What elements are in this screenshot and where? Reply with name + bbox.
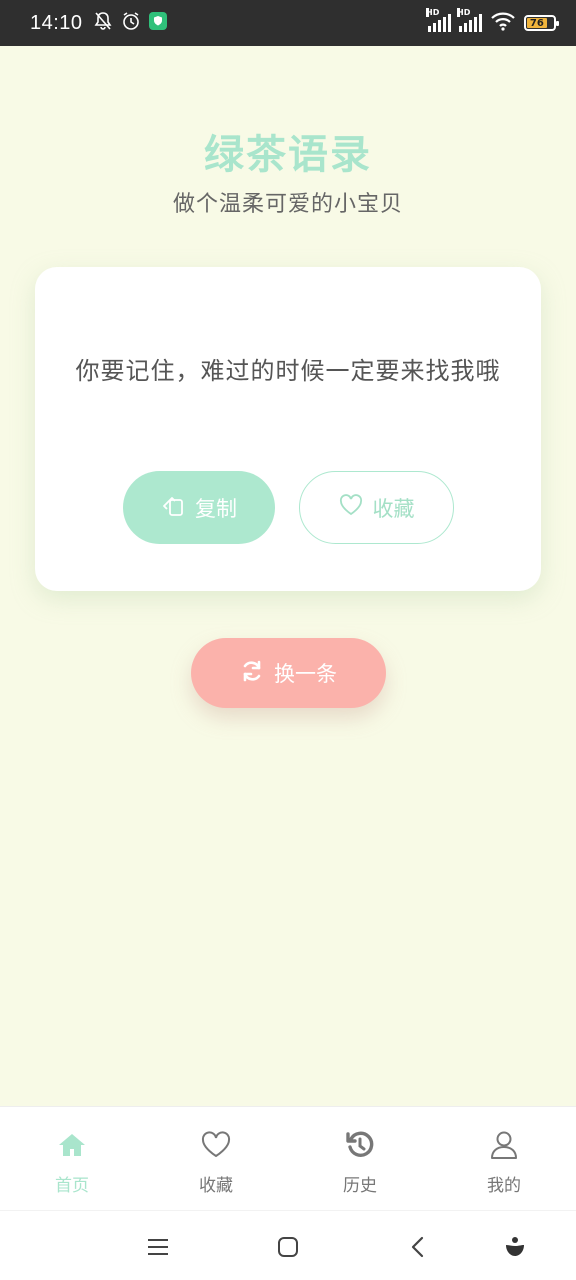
nav-item-home[interactable]: 首页 [0,1107,144,1210]
bell-off-icon [93,11,113,35]
assistant-icon[interactable] [501,1233,529,1261]
signal-icon: HD [426,8,451,32]
refresh-button-label: 换一条 [274,662,337,686]
app-title: 绿茶语录 [204,132,372,178]
copy-icon [161,493,185,522]
favorite-button-label: 收藏 [372,496,415,521]
alarm-icon [121,11,141,35]
status-time: 14:10 [30,11,83,34]
shield-icon [148,12,167,34]
copy-button[interactable]: 复制 [123,471,275,544]
history-icon [344,1129,376,1161]
battery-icon: 76 [524,15,559,31]
refresh-button[interactable]: 换一条 [191,638,386,708]
home-square-icon[interactable] [274,1233,302,1261]
back-icon[interactable] [404,1233,432,1261]
menu-icon[interactable] [144,1233,172,1261]
status-right-icons: HD HD 76 [426,8,559,35]
favorite-button[interactable]: 收藏 [299,471,454,544]
wifi-icon [490,11,516,35]
nav-item-history[interactable]: 历史 [288,1107,432,1210]
quote-text: 你要记住，难过的时候一定要来找我哦 [75,357,501,385]
app-screen: 14:10 HD HD 76 绿茶语录 做个温柔可爱的小宝贝 你要记住，难过的时… [0,0,576,1280]
status-bar: 14:10 HD HD 76 [0,0,576,46]
home-icon [56,1129,88,1161]
nav-label-favorites: 收藏 [199,1176,233,1196]
signal-hd-badge: HD [457,8,471,17]
nav-item-favorites[interactable]: 收藏 [144,1107,288,1210]
signal-hd-badge: HD [426,8,440,17]
quote-card: 你要记住，难过的时候一定要来找我哦 复制 收藏 [35,267,541,591]
bottom-nav: 首页 收藏 历史 我的 [0,1106,576,1210]
app-subtitle: 做个温柔可爱的小宝贝 [172,192,403,217]
system-nav-bar [0,1210,576,1280]
copy-button-label: 复制 [195,496,237,521]
user-icon [488,1129,520,1161]
nav-label-profile: 我的 [487,1176,521,1196]
battery-level: 76 [527,18,547,29]
status-left-icons [93,11,167,35]
heart-icon [339,494,363,521]
heart-icon [200,1129,232,1161]
signal-icon: HD [457,8,482,32]
nav-label-history: 历史 [343,1176,377,1196]
nav-label-home: 首页 [55,1176,89,1196]
refresh-icon [240,659,264,688]
nav-item-profile[interactable]: 我的 [432,1107,576,1210]
